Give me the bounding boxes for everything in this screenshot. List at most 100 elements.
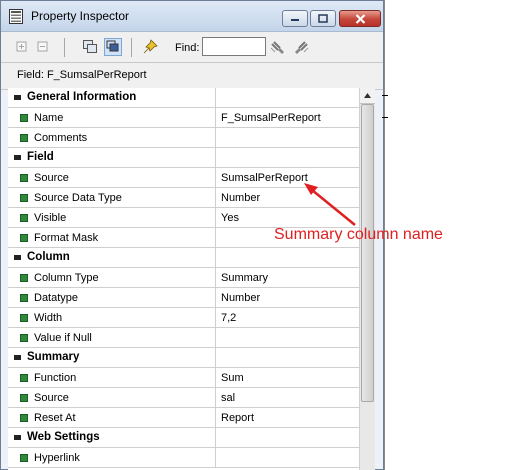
collapse-icon[interactable] — [14, 155, 21, 160]
vertical-scrollbar[interactable] — [359, 88, 375, 470]
property-label: Value if Null — [34, 332, 92, 344]
collapse-icon[interactable] — [14, 435, 21, 440]
minus-box-icon — [37, 41, 48, 52]
pushpin-icon — [143, 39, 158, 54]
section-label: Web Settings — [27, 431, 100, 443]
title-bar[interactable]: Property Inspector — [1, 1, 383, 32]
property-row[interactable]: Function Sum — [8, 368, 359, 388]
property-label: Name — [34, 112, 64, 124]
property-value[interactable]: Sum — [221, 372, 244, 384]
property-label: Datatype — [34, 292, 79, 304]
property-row[interactable]: Visible Yes — [8, 208, 359, 228]
close-button[interactable] — [339, 10, 381, 27]
column-separator — [215, 268, 216, 288]
column-separator — [215, 348, 216, 368]
minimize-button[interactable] — [282, 10, 308, 27]
property-row[interactable]: Source SumsalPerReport — [8, 168, 359, 188]
column-separator — [215, 108, 216, 128]
property-row[interactable]: Datatype Number — [8, 288, 359, 308]
find-input[interactable] — [202, 37, 266, 56]
property-row[interactable]: Column Type Summary — [8, 268, 359, 288]
column-separator — [215, 388, 216, 408]
edge-tick — [382, 95, 388, 96]
section-header[interactable]: Web Settings — [8, 428, 359, 448]
toolbar-separator — [64, 38, 65, 57]
property-bullet-icon — [20, 374, 28, 382]
intersection-button[interactable] — [104, 38, 122, 56]
pin-button[interactable] — [141, 38, 159, 56]
section-header[interactable]: General Information — [8, 88, 359, 108]
collapse-all-button[interactable] — [34, 38, 52, 56]
column-separator — [215, 208, 216, 228]
column-separator — [215, 448, 216, 468]
property-label: Function — [34, 372, 77, 384]
property-value[interactable]: SumsalPerReport — [221, 172, 308, 184]
property-value[interactable]: Report — [221, 412, 254, 424]
section-label: Summary — [27, 351, 80, 363]
scroll-up-button[interactable] — [360, 88, 375, 104]
section-header[interactable]: Field — [8, 148, 359, 168]
property-row[interactable]: Comments — [8, 128, 359, 148]
flashlight-left-icon — [270, 41, 284, 54]
window-title: Property Inspector — [31, 9, 130, 23]
column-separator — [215, 308, 216, 328]
section-header[interactable]: Summary — [8, 348, 359, 368]
close-icon — [355, 13, 365, 24]
column-separator — [215, 408, 216, 428]
property-bullet-icon — [20, 174, 28, 182]
minimize-icon — [291, 18, 299, 21]
union-button[interactable] — [81, 38, 99, 56]
property-label: Reset At — [34, 412, 76, 424]
find-label: Find: — [175, 42, 200, 54]
property-label: Source — [34, 392, 69, 404]
property-row[interactable]: Value if Null — [8, 328, 359, 348]
section-label: Field — [27, 151, 54, 163]
maximize-button[interactable] — [310, 10, 336, 27]
property-label: Comments — [34, 132, 88, 144]
field-bar: Field: F_SumsalPerReport — [1, 63, 383, 90]
collapse-icon[interactable] — [14, 255, 21, 260]
property-label: Visible — [34, 212, 67, 224]
property-row[interactable]: Reset At Report — [8, 408, 359, 428]
property-label: Source Data Type — [34, 192, 122, 204]
find-next-button[interactable] — [292, 38, 310, 56]
property-row[interactable]: Source Data Type Number — [8, 188, 359, 208]
property-row[interactable]: Width 7,2 — [8, 308, 359, 328]
property-row[interactable]: Name F_SumsalPerReport — [8, 108, 359, 128]
expand-all-button[interactable] — [13, 38, 31, 56]
property-bullet-icon — [20, 274, 28, 282]
annotation-text: Summary column name — [274, 226, 443, 243]
property-grid: General Information Name F_SumsalPerReport… — [8, 88, 359, 470]
property-value[interactable]: Summary — [221, 272, 268, 284]
property-row[interactable]: Source sal — [8, 388, 359, 408]
property-bullet-icon — [20, 334, 28, 342]
property-value[interactable]: sal — [221, 392, 235, 404]
section-header[interactable]: Column — [8, 248, 359, 268]
column-separator — [215, 328, 216, 348]
collapse-icon[interactable] — [14, 355, 21, 360]
column-separator — [215, 168, 216, 188]
edge-tick — [382, 117, 388, 118]
column-separator — [215, 88, 216, 108]
column-separator — [215, 288, 216, 308]
collapse-icon[interactable] — [14, 95, 21, 100]
property-bullet-icon — [20, 414, 28, 422]
find-previous-button[interactable] — [269, 38, 287, 56]
property-value[interactable]: F_SumsalPerReport — [221, 112, 321, 124]
property-label: Source — [34, 172, 69, 184]
property-value[interactable]: Number — [221, 292, 260, 304]
toolbar-separator — [131, 38, 132, 57]
property-value[interactable]: Number — [221, 192, 260, 204]
column-separator — [215, 148, 216, 168]
plus-box-icon — [16, 41, 27, 52]
property-value[interactable]: Yes — [221, 212, 239, 224]
scroll-thumb[interactable] — [361, 104, 374, 402]
property-value[interactable]: 7,2 — [221, 312, 236, 324]
column-separator — [215, 368, 216, 388]
section-label: Column — [27, 251, 70, 263]
property-label: Format Mask — [34, 232, 99, 244]
property-bullet-icon — [20, 294, 28, 302]
maximize-icon — [318, 14, 328, 23]
property-label: Hyperlink — [34, 452, 80, 464]
property-row[interactable]: Hyperlink — [8, 448, 359, 468]
